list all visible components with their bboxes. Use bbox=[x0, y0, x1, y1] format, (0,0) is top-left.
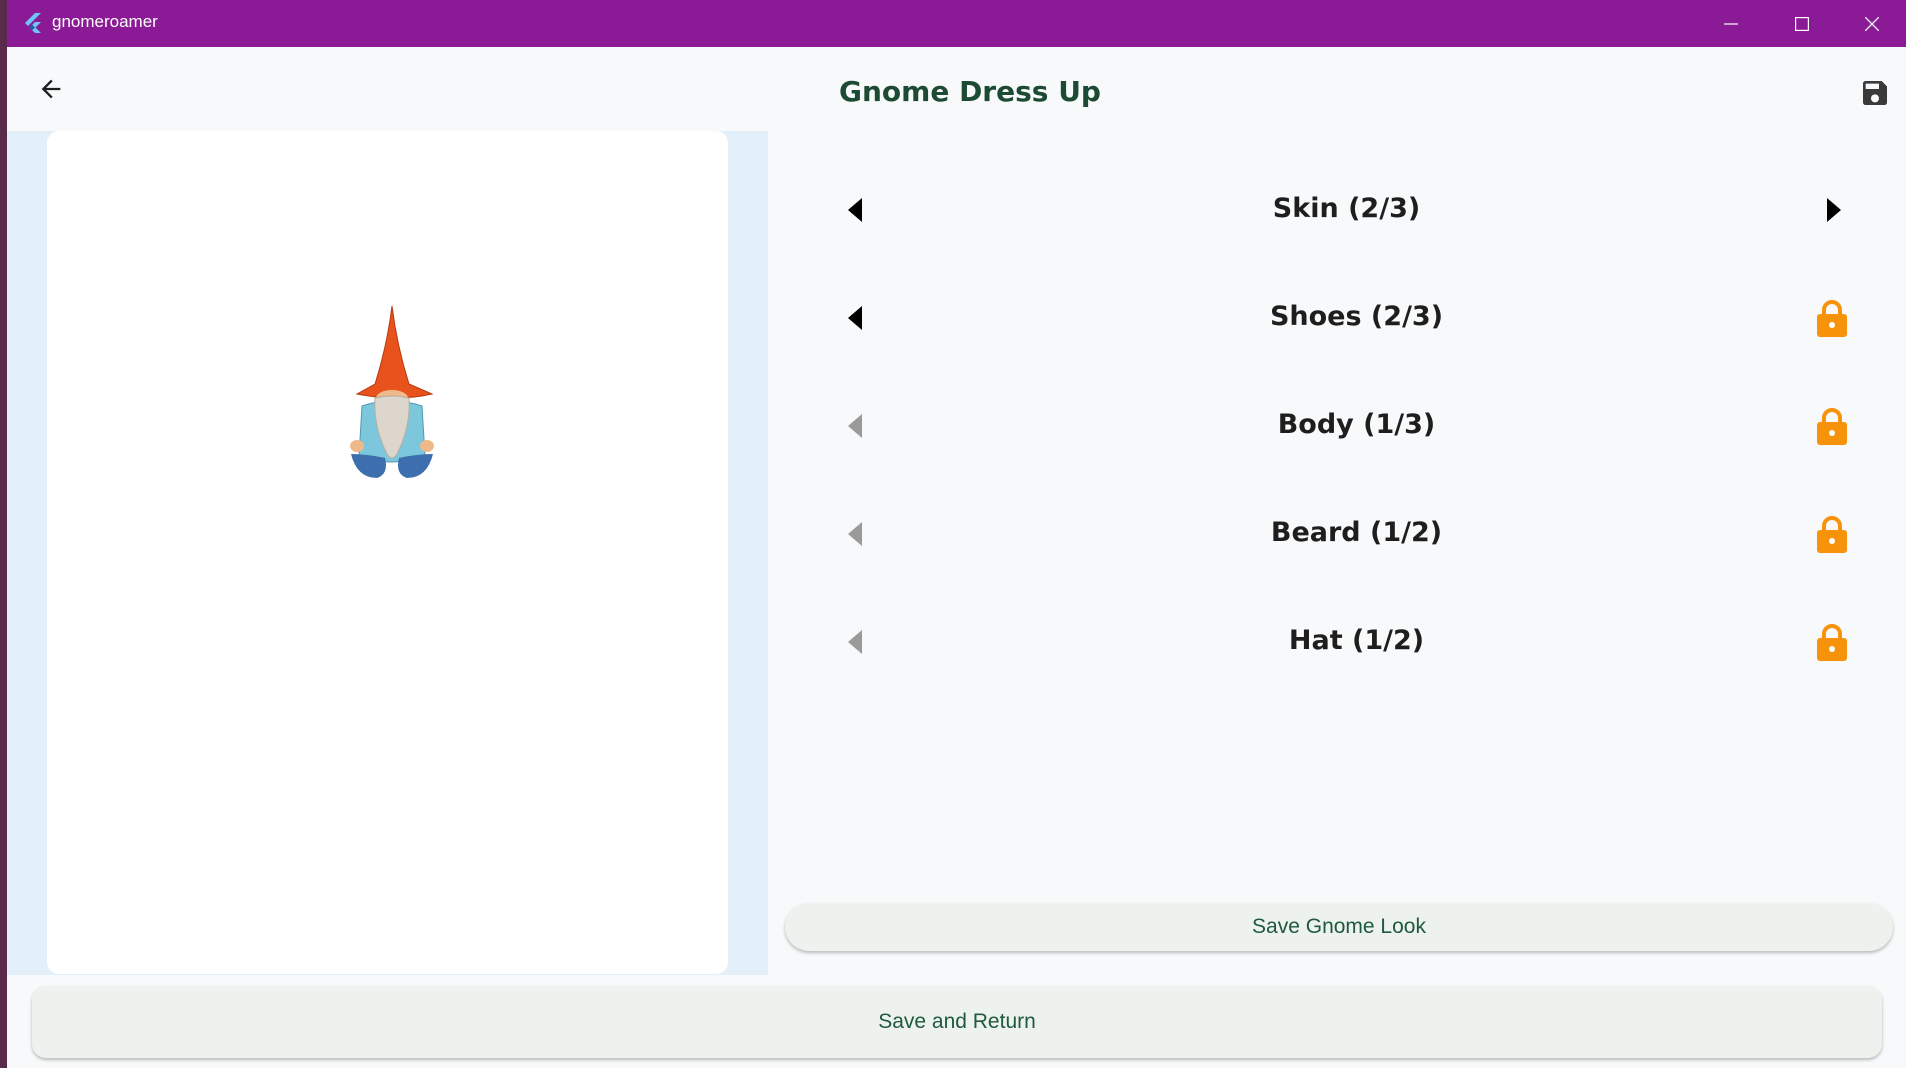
gnome-preview-panel bbox=[7, 131, 768, 975]
arrow-left-icon bbox=[41, 79, 61, 99]
close-button[interactable] bbox=[1837, 0, 1906, 47]
save-and-return-button[interactable]: Save and Return bbox=[32, 986, 1882, 1058]
hat-option-label: Hat (1/2) bbox=[1288, 625, 1425, 656]
maximize-icon bbox=[1795, 16, 1809, 31]
hat-locked-next-button[interactable] bbox=[1812, 621, 1852, 663]
triangle-right-icon bbox=[1827, 198, 1841, 222]
skin-next-button[interactable] bbox=[1820, 196, 1848, 224]
save-gnome-look-button[interactable]: Save Gnome Look bbox=[785, 903, 1893, 951]
option-row-hat: Hat (1/2) bbox=[787, 607, 1906, 677]
minimize-button[interactable] bbox=[1696, 0, 1766, 47]
beard-option-label: Beard (1/2) bbox=[1270, 517, 1443, 548]
app-bar: Gnome Dress Up bbox=[7, 47, 1906, 131]
option-row-beard: Beard (1/2) bbox=[787, 499, 1906, 569]
page-title: Gnome Dress Up bbox=[839, 75, 1101, 108]
app-window: gnomeroamer Gnome Dress Up Skin (2/3) Sh… bbox=[7, 0, 1906, 1068]
back-button[interactable] bbox=[29, 67, 73, 111]
lock-icon bbox=[1817, 300, 1847, 337]
window-title: gnomeroamer bbox=[52, 12, 158, 31]
save-icon-button[interactable] bbox=[1855, 73, 1895, 113]
lock-icon bbox=[1817, 624, 1847, 661]
title-bar[interactable]: gnomeroamer bbox=[7, 0, 1906, 47]
shoes-option-label: Shoes (2/3) bbox=[1269, 301, 1444, 332]
option-row-body: Body (1/3) bbox=[787, 391, 1906, 461]
skin-option-label: Skin (2/3) bbox=[1272, 193, 1421, 224]
maximize-button[interactable] bbox=[1767, 0, 1837, 47]
body-locked-next-button[interactable] bbox=[1812, 405, 1852, 447]
shoes-locked-next-button[interactable] bbox=[1812, 297, 1852, 339]
body-option-label: Body (1/3) bbox=[1277, 409, 1436, 440]
gnome-image bbox=[350, 306, 434, 478]
gnome-preview-card bbox=[47, 131, 728, 974]
customization-options: Skin (2/3) Shoes (2/3) Body (1/3) Beard … bbox=[787, 131, 1906, 731]
option-row-shoes: Shoes (2/3) bbox=[787, 283, 1906, 353]
close-icon bbox=[1865, 16, 1879, 31]
option-row-skin: Skin (2/3) bbox=[787, 175, 1906, 245]
lock-icon bbox=[1817, 516, 1847, 553]
flutter-logo-icon bbox=[25, 13, 41, 33]
floppy-disk-icon bbox=[1863, 81, 1887, 105]
minimize-icon bbox=[1724, 22, 1738, 25]
beard-locked-next-button[interactable] bbox=[1812, 513, 1852, 555]
lock-icon bbox=[1817, 408, 1847, 445]
